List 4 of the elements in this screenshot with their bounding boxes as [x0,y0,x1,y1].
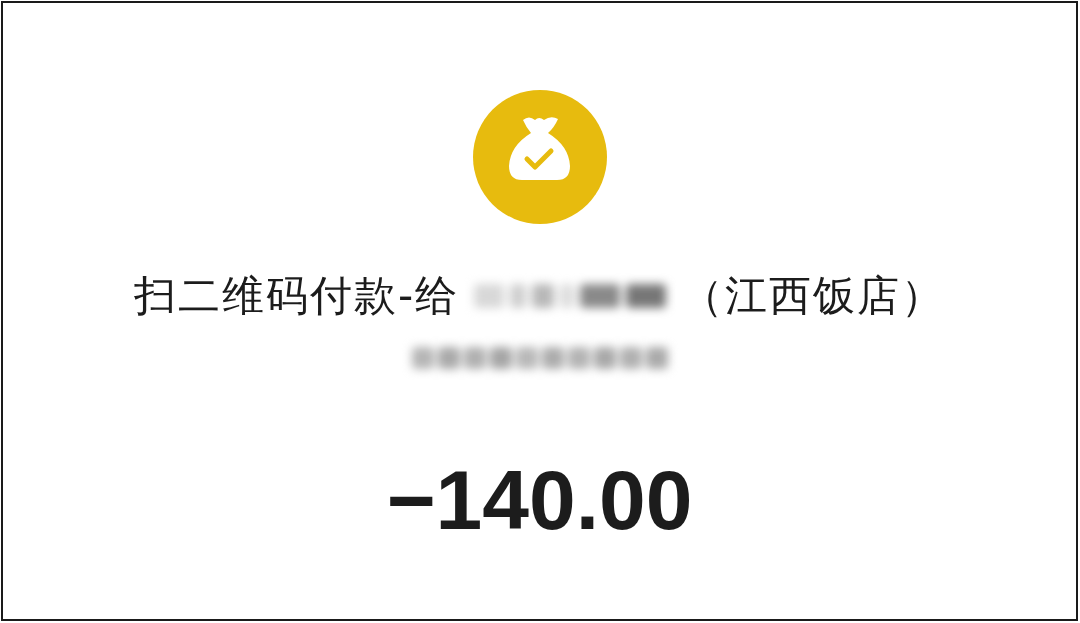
store-name: （江西饭店） [681,270,946,322]
money-bag-check-icon [472,90,607,224]
payment-description: 扫二维码付款-给 [133,270,460,322]
payment-amount: −140.00 [386,452,693,549]
